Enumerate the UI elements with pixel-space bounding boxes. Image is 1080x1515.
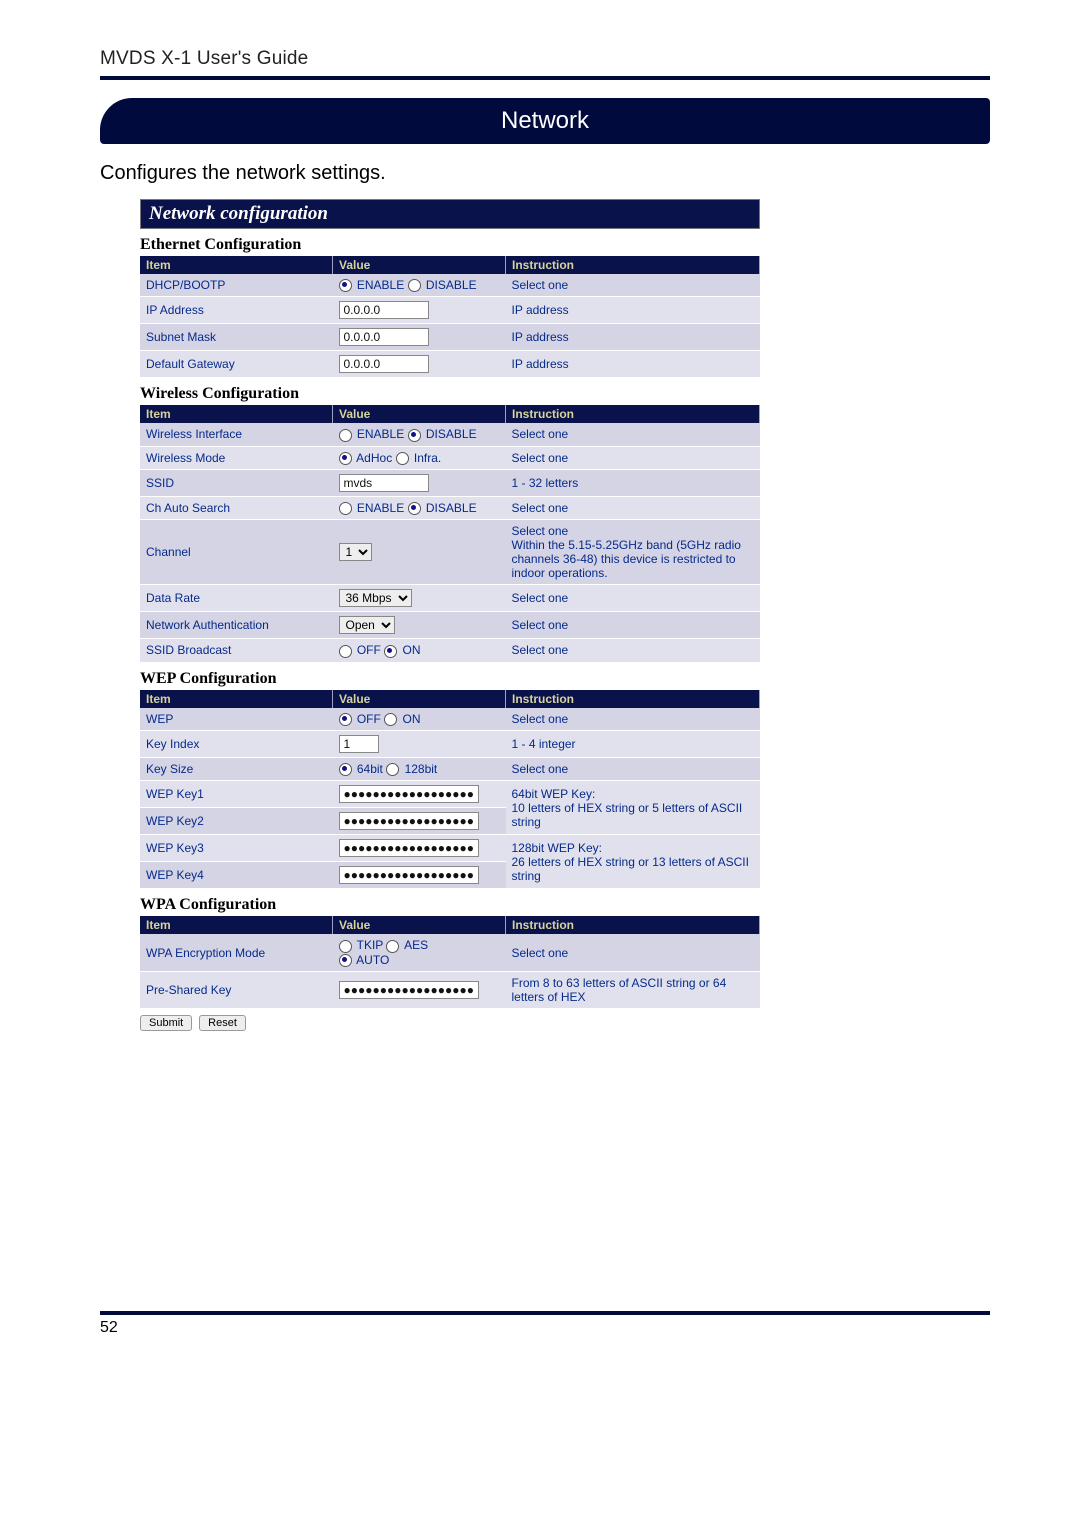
wepkey1-input[interactable]: ●●●●●●●●●●●●●●●●●● bbox=[339, 785, 479, 803]
table-row: Network Authentication Open Select one bbox=[140, 612, 760, 639]
th-instruction: Instruction bbox=[506, 405, 760, 423]
th-item: Item bbox=[140, 256, 333, 274]
radio-infra[interactable] bbox=[396, 452, 409, 465]
submit-button[interactable]: Submit bbox=[140, 1015, 192, 1031]
default-gateway-input[interactable]: 0.0.0.0 bbox=[339, 355, 429, 373]
radio-disable[interactable] bbox=[408, 429, 421, 442]
cell-instruction: Select one bbox=[506, 274, 760, 297]
table-row: Key Size 64bit 128bit Select one bbox=[140, 757, 760, 780]
radio-tkip[interactable] bbox=[339, 940, 352, 953]
table-row: Pre-Shared Key ●●●●●●●●●●●●●●●●●● From 8… bbox=[140, 971, 760, 1008]
table-row: Channel 1 Select one Within the 5.15-5.2… bbox=[140, 520, 760, 585]
th-instruction: Instruction bbox=[506, 256, 760, 274]
th-value: Value bbox=[333, 405, 506, 423]
subnet-mask-input[interactable]: 0.0.0.0 bbox=[339, 328, 429, 346]
cell-item: Default Gateway bbox=[140, 351, 333, 378]
table-row: Default Gateway 0.0.0.0 IP address bbox=[140, 351, 760, 378]
reset-button[interactable]: Reset bbox=[199, 1015, 246, 1031]
th-item: Item bbox=[140, 916, 333, 934]
table-row: Data Rate 36 Mbps Select one bbox=[140, 585, 760, 612]
group-title-wireless: Wireless Configuration bbox=[140, 385, 760, 403]
section-subtitle: Configures the network settings. bbox=[100, 162, 990, 185]
radio-enable[interactable] bbox=[339, 279, 352, 292]
table-row: WPA Encryption Mode TKIP AES AUTO Select… bbox=[140, 934, 760, 971]
table-row: WEP Key3 ●●●●●●●●●●●●●●●●●● 128bit WEP K… bbox=[140, 835, 760, 862]
channel-select[interactable]: 1 bbox=[339, 543, 372, 561]
radio-on[interactable] bbox=[384, 713, 397, 726]
th-instruction: Instruction bbox=[506, 916, 760, 934]
guide-title: MVDS X-1 User's Guide bbox=[100, 48, 990, 70]
section-banner: Network bbox=[100, 98, 990, 144]
footer-divider bbox=[100, 1311, 990, 1315]
radio-aes[interactable] bbox=[386, 940, 399, 953]
cell-instruction: IP address bbox=[506, 324, 760, 351]
wpa-table: Item Value Instruction WPA Encryption Mo… bbox=[140, 916, 760, 1009]
table-row: SSID Broadcast OFF ON Select one bbox=[140, 639, 760, 662]
radio-enable[interactable] bbox=[339, 502, 352, 515]
cell-value: ENABLE DISABLE bbox=[333, 274, 506, 297]
table-row: Wireless Mode AdHoc Infra. Select one bbox=[140, 446, 760, 469]
table-row: IP Address 0.0.0.0 IP address bbox=[140, 297, 760, 324]
table-row: WEP Key1 ●●●●●●●●●●●●●●●●●● 64bit WEP Ke… bbox=[140, 781, 760, 808]
psk-input[interactable]: ●●●●●●●●●●●●●●●●●● bbox=[339, 981, 479, 999]
ssid-input[interactable]: mvds bbox=[339, 474, 429, 492]
table-row: DHCP/BOOTP ENABLE DISABLE Select one bbox=[140, 274, 760, 297]
keyindex-input[interactable]: 1 bbox=[339, 735, 379, 753]
table-row: Key Index 1 1 - 4 integer bbox=[140, 730, 760, 757]
cell-item: DHCP/BOOTP bbox=[140, 274, 333, 297]
table-row: Wireless Interface ENABLE DISABLE Select… bbox=[140, 423, 760, 446]
group-title-wpa: WPA Configuration bbox=[140, 896, 760, 914]
radio-128bit[interactable] bbox=[386, 763, 399, 776]
th-instruction: Instruction bbox=[506, 690, 760, 708]
table-row: Subnet Mask 0.0.0.0 IP address bbox=[140, 324, 760, 351]
ip-address-input[interactable]: 0.0.0.0 bbox=[339, 301, 429, 319]
table-row: WEP OFF ON Select one bbox=[140, 708, 760, 731]
cell-instruction: IP address bbox=[506, 351, 760, 378]
radio-on[interactable] bbox=[384, 645, 397, 658]
page-number: 52 bbox=[100, 1319, 990, 1337]
table-row: SSID mvds 1 - 32 letters bbox=[140, 469, 760, 496]
th-value: Value bbox=[333, 916, 506, 934]
ethernet-table: Item Value Instruction DHCP/BOOTP ENABLE… bbox=[140, 256, 760, 378]
wep-table: Item Value Instruction WEP OFF ON Select… bbox=[140, 690, 760, 890]
panel-title: Network configuration bbox=[140, 199, 760, 229]
th-value: Value bbox=[333, 690, 506, 708]
radio-off[interactable] bbox=[339, 645, 352, 658]
header-divider bbox=[100, 76, 990, 80]
wepkey3-input[interactable]: ●●●●●●●●●●●●●●●●●● bbox=[339, 839, 479, 857]
th-value: Value bbox=[333, 256, 506, 274]
radio-auto[interactable] bbox=[339, 954, 352, 967]
th-item: Item bbox=[140, 690, 333, 708]
radio-disable[interactable] bbox=[408, 279, 421, 292]
group-title-ethernet: Ethernet Configuration bbox=[140, 236, 760, 254]
cell-item: IP Address bbox=[140, 297, 333, 324]
cell-instruction: IP address bbox=[506, 297, 760, 324]
table-row: Ch Auto Search ENABLE DISABLE Select one bbox=[140, 496, 760, 519]
radio-enable[interactable] bbox=[339, 429, 352, 442]
cell-item: Subnet Mask bbox=[140, 324, 333, 351]
group-title-wep: WEP Configuration bbox=[140, 670, 760, 688]
radio-adhoc[interactable] bbox=[339, 452, 352, 465]
wireless-table: Item Value Instruction Wireless Interfac… bbox=[140, 405, 760, 662]
radio-off[interactable] bbox=[339, 713, 352, 726]
radio-64bit[interactable] bbox=[339, 763, 352, 776]
th-item: Item bbox=[140, 405, 333, 423]
wepkey2-input[interactable]: ●●●●●●●●●●●●●●●●●● bbox=[339, 812, 479, 830]
radio-disable[interactable] bbox=[408, 502, 421, 515]
wepkey4-input[interactable]: ●●●●●●●●●●●●●●●●●● bbox=[339, 866, 479, 884]
auth-select[interactable]: Open bbox=[339, 616, 395, 634]
datarate-select[interactable]: 36 Mbps bbox=[339, 589, 412, 607]
